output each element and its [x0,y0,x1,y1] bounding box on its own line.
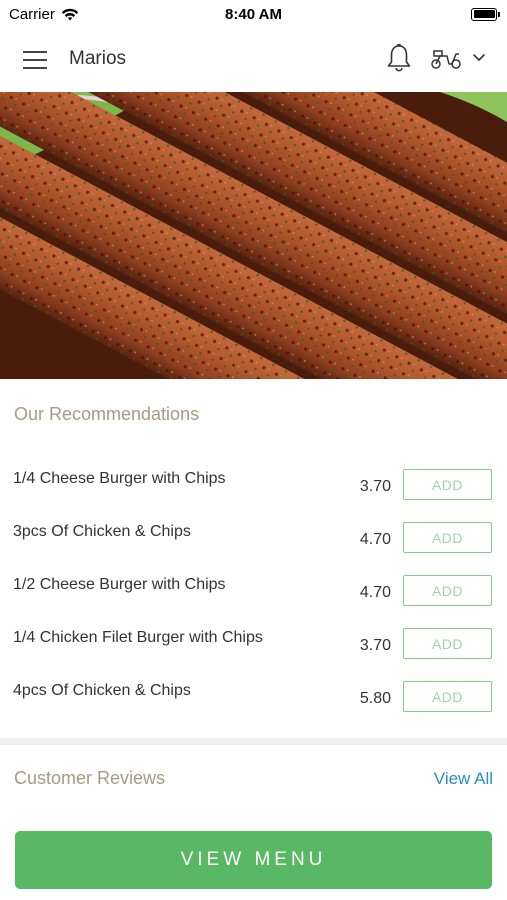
item-price: 3.70 [359,637,391,654]
recommendations-title: Our Recommendations [14,404,200,424]
hamburger-icon[interactable] [23,51,47,69]
kebab-illustration [0,92,507,379]
add-button[interactable]: ADD [403,469,492,500]
item-price: 5.80 [359,690,391,707]
add-button[interactable]: ADD [403,575,492,606]
item-name: 4pcs Of Chicken & Chips [13,682,191,699]
app-header: Marios [0,28,507,92]
item-name: 1/2 Cheese Burger with Chips [13,576,226,593]
list-item: 4pcs Of Chicken & Chips 5.80 ADD [0,681,507,734]
scooter-icon[interactable] [430,46,462,70]
add-button[interactable]: ADD [403,522,492,553]
list-item: 1/4 Cheese Burger with Chips 3.70 ADD [0,469,507,522]
item-price: 3.70 [359,478,391,495]
status-bar: Carrier 8:40 AM [0,0,507,28]
view-menu-button[interactable]: VIEW MENU [15,831,492,889]
add-button[interactable]: ADD [403,681,492,712]
section-divider [0,738,507,745]
list-item: 3pcs Of Chicken & Chips 4.70 ADD [0,522,507,575]
item-name: 3pcs Of Chicken & Chips [13,523,191,540]
item-name: 1/4 Chicken Filet Burger with Chips [13,629,263,646]
reviews-title: Customer Reviews [14,768,166,788]
item-price: 4.70 [359,584,391,601]
list-item: 1/4 Chicken Filet Burger with Chips 3.70… [0,628,507,681]
hero-image [0,92,507,379]
chevron-down-icon[interactable] [472,52,486,62]
bell-icon[interactable] [386,43,412,73]
status-time: 8:40 AM [225,5,282,23]
item-name: 1/4 Cheese Burger with Chips [13,470,226,487]
item-price: 4.70 [359,531,391,548]
add-button[interactable]: ADD [403,628,492,659]
battery-icon [471,7,500,21]
list-item: 1/2 Cheese Burger with Chips 4.70 ADD [0,575,507,628]
view-all-link[interactable]: View All [434,769,493,789]
page-title: Marios [69,48,127,69]
